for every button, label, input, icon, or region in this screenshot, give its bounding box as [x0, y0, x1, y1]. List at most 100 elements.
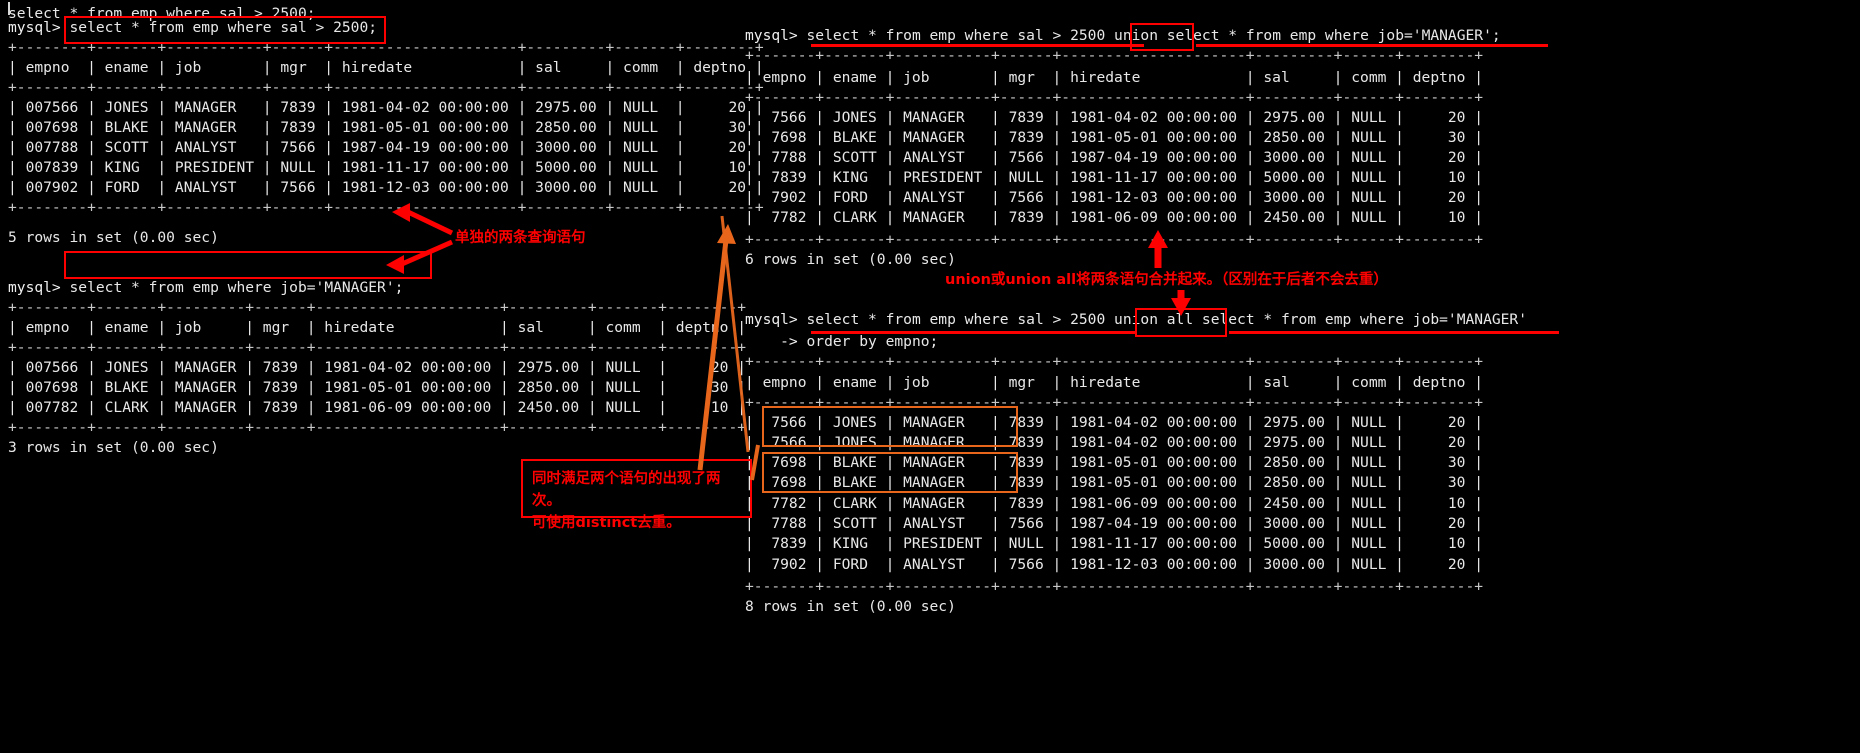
table-border-top-4: +-------+-------+-----------+------+----…: [745, 352, 1483, 372]
border-bottom-3: +-------+-------+-----------+------+----…: [745, 231, 1484, 248]
table-border-mid-2: +--------+-------+---------+------+-----…: [8, 338, 746, 358]
table-row: | 7839 | KING | PRESIDENT | NULL | 1981-…: [745, 534, 1483, 554]
table-border-mid-3: +-------+-------+-----------+------+----…: [745, 88, 1483, 108]
table-border-bottom-2: +--------+-------+---------+------+-----…: [8, 418, 746, 438]
row-cells: | 007698 | BLAKE | MANAGER | 7839 | 1981…: [8, 379, 747, 396]
table-border-bottom-1: +--------+-------+-----------+------+---…: [8, 198, 764, 218]
command-unionall-before[interactable]: select * from emp where sal > 2500: [807, 311, 1115, 328]
table-row: | 7902 | FORD | ANALYST | 7566 | 1981-12…: [745, 188, 1483, 208]
table-header-4: | empno | ename | job | mgr | hiredate |…: [745, 373, 1483, 393]
result-status-2: 3 rows in set (0.00 sec): [8, 438, 219, 458]
rows-in-set-4: 8 rows in set (0.00 sec): [745, 598, 956, 615]
header-row-1: | empno | ename | job | mgr | hiredate |…: [8, 59, 764, 76]
annotation-two-separate-queries: 单独的两条查询语句: [455, 230, 586, 246]
right-block-2-command[interactable]: mysql> select * from emp where sal > 250…: [745, 310, 1527, 330]
result-status-1: 5 rows in set (0.00 sec): [8, 228, 219, 248]
annotation-union-merges: union或union all将两条语句合并起来。（区别在于后者不会去重）: [945, 272, 1388, 288]
table-row: | 7788 | SCOTT | ANALYST | 7566 | 1987-0…: [745, 148, 1483, 168]
row-cells: | 7566 | JONES | MANAGER | 7839 | 1981-0…: [745, 434, 1484, 451]
table-border-mid-1: +--------+-------+-----------+------+---…: [8, 78, 764, 98]
border-bottom-4: +-------+-------+-----------+------+----…: [745, 578, 1484, 595]
row-cells: | 007902 | FORD | ANALYST | 7566 | 1981-…: [8, 179, 764, 196]
table-row: | 7698 | BLAKE | MANAGER | 7839 | 1981-0…: [745, 128, 1483, 148]
row-cells: | 007788 | SCOTT | ANALYST | 7566 | 1987…: [8, 139, 764, 156]
table-row: | 7566 | JONES | MANAGER | 7839 | 1981-0…: [745, 433, 1483, 453]
border-mid-2: +--------+-------+---------+------+-----…: [8, 339, 747, 356]
table-row: | 7698 | BLAKE | MANAGER | 7839 | 1981-0…: [745, 473, 1483, 493]
row-cells: | 7698 | BLAKE | MANAGER | 7839 | 1981-0…: [745, 129, 1484, 146]
right-block-2-continuation[interactable]: -> order by empno;: [745, 332, 938, 352]
border-bottom-2: +--------+-------+---------+------+-----…: [8, 419, 747, 436]
prompt-label-2: mysql>: [8, 279, 61, 296]
header-row-4: | empno | ename | job | mgr | hiredate |…: [745, 374, 1484, 391]
command-union-after[interactable]: select * from emp where job='MANAGER';: [1158, 27, 1501, 44]
table-row: | 007566 | JONES | MANAGER | 7839 | 1981…: [8, 98, 764, 118]
table-row: | 007839 | KING | PRESIDENT | NULL | 198…: [8, 158, 764, 178]
row-cells: | 7788 | SCOTT | ANALYST | 7566 | 1987-0…: [745, 149, 1484, 166]
underline-unionall-query: [811, 331, 1136, 334]
row-cells: | 007698 | BLAKE | MANAGER | 7839 | 1981…: [8, 119, 764, 136]
table-row: | 7698 | BLAKE | MANAGER | 7839 | 1981-0…: [745, 453, 1483, 473]
header-row-3: | empno | ename | job | mgr | hiredate |…: [745, 69, 1484, 86]
border-top-4: +-------+-------+-----------+------+----…: [745, 353, 1484, 370]
row-cells: | 7698 | BLAKE | MANAGER | 7839 | 1981-0…: [745, 454, 1484, 471]
underline-unionall-query-2: [1229, 331, 1559, 334]
table-border-bottom-3: +-------+-------+-----------+------+----…: [745, 230, 1483, 250]
result-status-3: 6 rows in set (0.00 sec): [745, 250, 956, 270]
table-row: | 7788 | SCOTT | ANALYST | 7566 | 1987-0…: [745, 514, 1483, 534]
border-top-2: +--------+-------+---------+------+-----…: [8, 299, 747, 316]
row-cells: | 7902 | FORD | ANALYST | 7566 | 1981-12…: [745, 556, 1484, 573]
header-row-2: | empno | ename | job | mgr | hiredate |…: [8, 319, 747, 336]
table-border-mid-4: +-------+-------+-----------+------+----…: [745, 393, 1483, 413]
border-bottom-1: +--------+-------+-----------+------+---…: [8, 199, 764, 216]
prompt-label-1: mysql>: [8, 19, 61, 36]
highlight-box-command-2: [64, 251, 432, 279]
keyword-union[interactable]: union: [1114, 27, 1158, 44]
keyword-union-all[interactable]: union all: [1114, 311, 1193, 328]
table-header-3: | empno | ename | job | mgr | hiredate |…: [745, 68, 1483, 88]
rows-in-set-3: 6 rows in set (0.00 sec): [745, 251, 956, 268]
table-border-top-1: +--------+-------+-----------+------+---…: [8, 39, 764, 56]
prompt-label-3: mysql>: [745, 27, 798, 44]
command-unionall-after[interactable]: select * from emp where job='MANAGER': [1193, 311, 1527, 328]
row-cells: | 7839 | KING | PRESIDENT | NULL | 1981-…: [745, 169, 1484, 186]
row-cells: | 7698 | BLAKE | MANAGER | 7839 | 1981-0…: [745, 474, 1484, 491]
row-cells: | 7566 | JONES | MANAGER | 7839 | 1981-0…: [745, 109, 1484, 126]
border-mid-4: +-------+-------+-----------+------+----…: [745, 394, 1484, 411]
row-cells: | 7788 | SCOTT | ANALYST | 7566 | 1987-0…: [745, 515, 1484, 532]
table-row: | 7782 | CLARK | MANAGER | 7839 | 1981-0…: [745, 208, 1483, 228]
table-row: | 7566 | JONES | MANAGER | 7839 | 1981-0…: [745, 108, 1483, 128]
table-row: | 007698 | BLAKE | MANAGER | 7839 | 1981…: [8, 118, 764, 138]
table-row: | 7566 | JONES | MANAGER | 7839 | 1981-0…: [745, 413, 1483, 433]
command-text-1[interactable]: select * from emp where sal > 2500;: [70, 19, 378, 36]
table-row: | 007782 | CLARK | MANAGER | 7839 | 1981…: [8, 398, 746, 418]
left-block-1[interactable]: mysql> select * from emp where sal > 250…: [8, 18, 377, 38]
table-row: | 007788 | SCOTT | ANALYST | 7566 | 1987…: [8, 138, 764, 158]
table-header-2: | empno | ename | job | mgr | hiredate |…: [8, 318, 746, 338]
underline-union-query-2: [1196, 44, 1548, 47]
border-mid-1: +--------+-------+-----------+------+---…: [8, 79, 764, 96]
rows-in-set-2: 3 rows in set (0.00 sec): [8, 439, 219, 456]
left-block-2[interactable]: mysql> select * from emp where job='MANA…: [8, 278, 403, 298]
left-table-1: +--------+-------+-----------+------+---…: [8, 38, 764, 58]
table-border-top-2: +--------+-------+---------+------+-----…: [8, 298, 746, 318]
continuation-text[interactable]: order by empno;: [807, 333, 939, 350]
table-row: | 007902 | FORD | ANALYST | 7566 | 1981-…: [8, 178, 764, 198]
continuation-prompt: ->: [745, 333, 798, 350]
underline-union-query: [811, 44, 1144, 47]
table-header-1: | empno | ename | job | mgr | hiredate |…: [8, 58, 764, 78]
row-cells: | 7782 | CLARK | MANAGER | 7839 | 1981-0…: [745, 209, 1484, 226]
row-cells: | 7902 | FORD | ANALYST | 7566 | 1981-12…: [745, 189, 1484, 206]
row-cells: | 007566 | JONES | MANAGER | 7839 | 1981…: [8, 99, 764, 116]
command-union-before[interactable]: select * from emp where sal > 2500: [807, 27, 1115, 44]
row-cells: | 7782 | CLARK | MANAGER | 7839 | 1981-0…: [745, 495, 1484, 512]
command-text-2[interactable]: select * from emp where job='MANAGER';: [70, 279, 404, 296]
table-row: | 7782 | CLARK | MANAGER | 7839 | 1981-0…: [745, 494, 1483, 514]
table-row: | 007566 | JONES | MANAGER | 7839 | 1981…: [8, 358, 746, 378]
annotation-duplicates-box: 同时满足两个语句的出现了两次。 可使用distinct去重。: [521, 459, 752, 531]
row-cells: | 7566 | JONES | MANAGER | 7839 | 1981-0…: [745, 414, 1484, 431]
border-top-3: +-------+-------+-----------+------+----…: [745, 47, 1484, 64]
table-row: | 7902 | FORD | ANALYST | 7566 | 1981-12…: [745, 555, 1483, 575]
border-mid-3: +-------+-------+-----------+------+----…: [745, 89, 1484, 106]
row-cells: | 007839 | KING | PRESIDENT | NULL | 198…: [8, 159, 764, 176]
